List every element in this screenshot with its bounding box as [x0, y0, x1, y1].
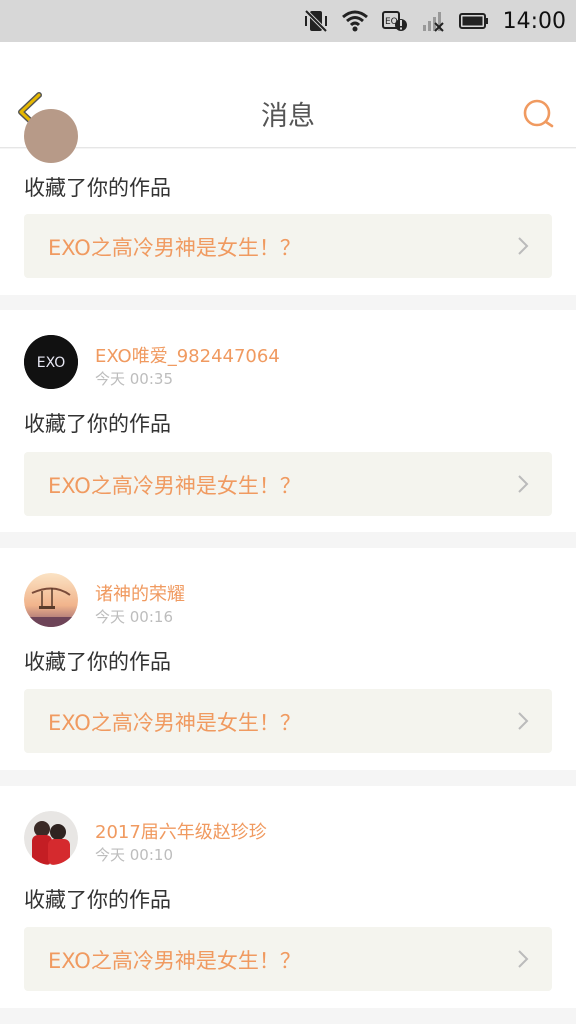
- message-time: 今天 00:10: [95, 846, 173, 864]
- app-header: 消息: [0, 42, 576, 148]
- battery-icon: [458, 7, 489, 35]
- action-text: 收藏了你的作品: [24, 888, 171, 912]
- message-card: 诸神的荣耀 今天 00:16 收藏了你的作品 EXO之高冷男神是女生！？: [0, 548, 576, 770]
- page-title: 消息: [261, 101, 315, 132]
- search-button[interactable]: [518, 94, 558, 134]
- search-icon: [523, 99, 554, 128]
- chevron-right-icon: [518, 950, 529, 968]
- work-link[interactable]: EXO之高冷男神是女生！？: [24, 214, 552, 278]
- work-title: EXO之高冷男神是女生！？: [48, 474, 301, 498]
- exo-logo-avatar[interactable]: EXO: [24, 335, 78, 389]
- user-name[interactable]: 2017届六年级赵珍珍: [95, 818, 267, 844]
- work-title: EXO之高冷男神是女生！？: [48, 236, 301, 260]
- action-text: 收藏了你的作品: [24, 412, 171, 436]
- action-text: 收藏了你的作品: [24, 176, 171, 200]
- work-title: EXO之高冷男神是女生！？: [48, 949, 301, 973]
- user-name[interactable]: 诸神的荣耀: [95, 580, 185, 606]
- user-name[interactable]: EXO唯爱_982447064: [95, 342, 280, 368]
- message-time: 今天 00:35: [95, 370, 173, 388]
- message-time: 今天 00:16: [95, 608, 173, 626]
- signal-off-icon: [421, 7, 447, 35]
- notification-alert-icon: EO: [381, 7, 409, 35]
- svg-text:EXO: EXO: [37, 355, 66, 371]
- wifi-icon: [341, 7, 369, 35]
- work-link[interactable]: EXO之高冷男神是女生！？: [24, 452, 552, 516]
- status-time: 14:00: [502, 8, 566, 34]
- chevron-right-icon: [518, 712, 529, 730]
- work-link[interactable]: EXO之高冷男神是女生！？: [24, 927, 552, 991]
- vibrate-off-icon: [303, 7, 329, 35]
- couple-photo-avatar[interactable]: [24, 811, 78, 865]
- chevron-right-icon: [518, 237, 529, 255]
- status-bar: EO 14:00: [0, 0, 576, 42]
- message-card: 2017届六年级赵珍珍 今天 00:10 收藏了你的作品 EXO之高冷男神是女生…: [0, 786, 576, 1008]
- chevron-right-icon: [518, 475, 529, 493]
- message-card: 收藏了你的作品 EXO之高冷男神是女生！？: [0, 109, 576, 295]
- work-link[interactable]: EXO之高冷男神是女生！？: [24, 689, 552, 753]
- work-title: EXO之高冷男神是女生！？: [48, 711, 301, 735]
- messages-screen: EO 14:00 消息 收藏了你的作品 EXO之高冷男神是女生！？ EXO EX…: [0, 0, 576, 1024]
- partial-avatar: [24, 109, 78, 163]
- sunset-swing-avatar[interactable]: [24, 573, 78, 627]
- message-card: EXO EXO唯爱_982447064 今天 00:35 收藏了你的作品 EXO…: [0, 310, 576, 532]
- action-text: 收藏了你的作品: [24, 650, 171, 674]
